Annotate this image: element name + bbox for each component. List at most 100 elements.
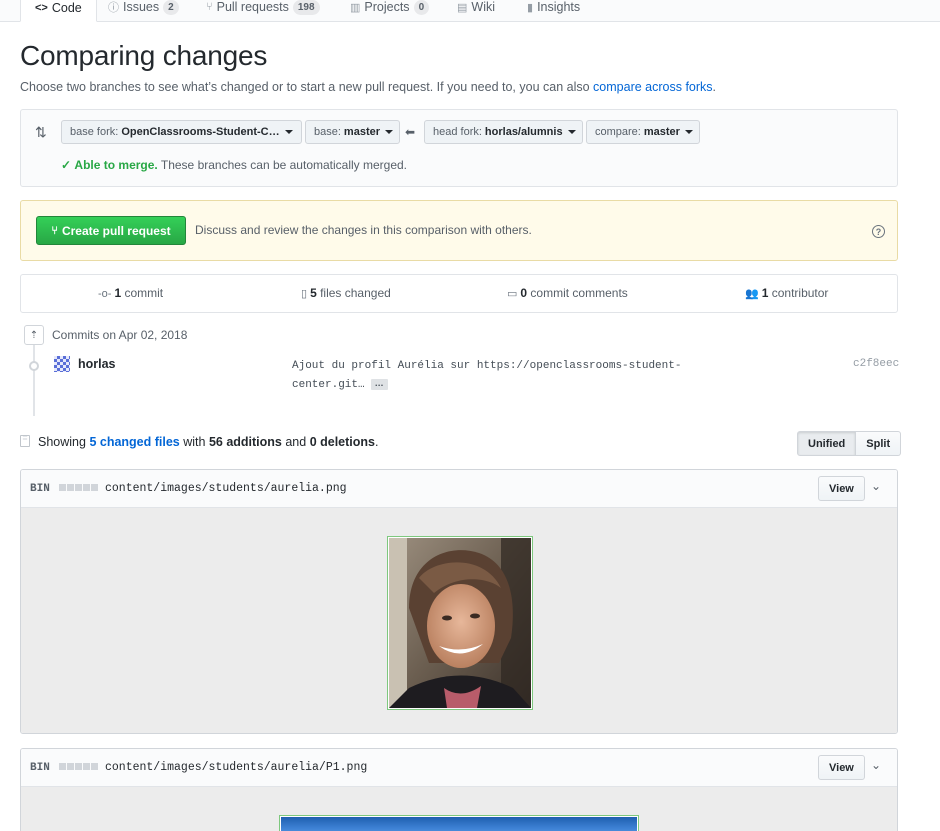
tab-counter: 198	[292, 0, 320, 15]
avatar[interactable]	[54, 356, 70, 372]
view-file-button[interactable]: View	[818, 755, 865, 780]
base-branch-select[interactable]: base: master	[305, 120, 400, 144]
file-diff: BIN content/images/students/aurelia.png …	[20, 469, 898, 734]
caret-down-icon	[684, 130, 693, 134]
merge-ok-text: Able to merge.	[74, 158, 158, 172]
compare-swap-icon[interactable]: ⇅	[35, 124, 47, 141]
files-label: files changed	[316, 286, 391, 300]
file-header: BIN content/images/students/aurelia.png …	[21, 470, 897, 508]
head-fork-label: head fork:	[433, 126, 482, 138]
expand-message-button[interactable]: …	[370, 378, 388, 390]
changed-files-link[interactable]: 5 changed files	[89, 435, 179, 449]
arrow-left-icon: ⬅	[405, 125, 416, 139]
image-diff-view	[21, 508, 897, 733]
base-fork-select[interactable]: base fork: OpenClassrooms-Student-C…	[61, 120, 302, 144]
portrait-image	[389, 538, 531, 708]
base-label: base:	[314, 126, 341, 138]
split-view-button[interactable]: Split	[856, 431, 902, 456]
tab-code[interactable]: <> Code	[20, 0, 97, 22]
additions-count: 56 additions	[208, 435, 282, 449]
compare-label: compare:	[595, 126, 641, 138]
files-changed-link[interactable]: ▯ 5 files changed	[301, 286, 391, 300]
commit-comments-link[interactable]: ▭ 0 commit comments	[507, 286, 628, 300]
help-icon[interactable]: ?	[872, 225, 885, 238]
compare-across-forks-link[interactable]: compare across forks	[593, 80, 712, 94]
tab-projects[interactable]: ▥ Projects 0	[346, 0, 433, 22]
file-diff: BIN content/images/students/aurelia/P1.p…	[20, 748, 898, 831]
comment-icon: ▭	[507, 288, 518, 300]
tab-insights[interactable]: ▮ Insights	[523, 0, 584, 22]
chevron-down-icon[interactable]: ⌄	[871, 758, 881, 772]
head-fork-select[interactable]: head fork: horlas/alumnis	[424, 120, 583, 144]
create-pr-box: ⑂ Create pull request Discuss and review…	[20, 200, 898, 261]
contributors-link[interactable]: 👥 1 contributor	[745, 286, 828, 300]
tab-label: Code	[51, 1, 82, 15]
diffstat	[59, 763, 99, 770]
create-pr-label: Create pull request	[61, 223, 171, 238]
people-icon: 👥	[745, 288, 759, 300]
tab-label: Pull requests	[216, 0, 289, 14]
comparison-summary: -o- 1 commit ▯ 5 files changed ▭ 0 commit c…	[20, 274, 898, 313]
tab-counter: 0	[413, 0, 430, 15]
subtitle-suffix: .	[712, 80, 717, 94]
commit-author[interactable]: horlas	[78, 357, 116, 371]
merge-status: ✓ Able to merge. These branches can be a…	[61, 158, 407, 172]
tab-label: Projects	[364, 0, 410, 14]
files-count: 5	[310, 286, 317, 300]
caret-down-icon	[284, 130, 293, 134]
tab-issues[interactable]: ⓘ Issues 2	[104, 0, 183, 22]
chevron-down-icon[interactable]: ⌄	[871, 479, 881, 493]
added-image	[387, 536, 533, 710]
view-file-button[interactable]: View	[818, 476, 865, 501]
tab-wiki[interactable]: ▤ Wiki	[453, 0, 499, 22]
caret-down-icon	[385, 130, 393, 134]
commit-message: Ajout du profil Aurélia sur https://open…	[292, 357, 722, 395]
file-diff-icon: ▯	[301, 288, 308, 300]
binary-label: BIN	[30, 483, 50, 495]
file-icon: ═ ═	[20, 434, 30, 447]
commit-node-icon	[29, 361, 39, 371]
tab-counter: 2	[163, 0, 179, 15]
toc-middle: with	[179, 435, 209, 449]
file-path[interactable]: content/images/students/aurelia/P1.png	[105, 761, 367, 774]
base-value: master	[343, 126, 380, 138]
binary-label: BIN	[30, 762, 50, 774]
unified-view-button[interactable]: Unified	[797, 431, 857, 456]
deletions-count: 0 deletions	[309, 435, 375, 449]
tab-label: Insights	[537, 0, 581, 14]
graph-icon: ▮	[527, 1, 534, 14]
pr-description: Discuss and review the changes in this c…	[195, 223, 532, 237]
merge-status-text: These branches can be automatically merg…	[157, 158, 408, 172]
pull-request-icon: ⑂	[206, 1, 213, 13]
file-header: BIN content/images/students/aurelia/P1.p…	[21, 749, 897, 787]
toc-suffix: .	[374, 435, 379, 449]
check-icon: ✓	[61, 158, 72, 172]
commit-sha[interactable]: c2f8eec	[853, 358, 899, 370]
diff-toc: Showing 5 changed files with 56 addition…	[38, 435, 378, 449]
image-diff-view	[21, 787, 897, 831]
create-pull-request-button[interactable]: ⑂ Create pull request	[36, 216, 186, 245]
tab-pull-requests[interactable]: ⑂ Pull requests 198	[202, 0, 324, 22]
sky-image	[281, 817, 637, 831]
commits-label: commit	[121, 286, 164, 300]
diff-view-toggle: Unified Split	[797, 431, 902, 456]
file-path[interactable]: content/images/students/aurelia.png	[105, 482, 347, 495]
commit-message-text[interactable]: Ajout du profil Aurélia sur https://open…	[292, 360, 681, 391]
base-fork-label: base fork:	[70, 126, 119, 138]
base-fork-value: OpenClassrooms-Student-C…	[121, 126, 280, 138]
tab-label: Issues	[123, 0, 160, 14]
repo-push-icon: ⇡	[24, 325, 44, 345]
page-title: Comparing changes	[20, 40, 268, 71]
compare-branch-select[interactable]: compare: master	[586, 120, 700, 144]
page-subtitle: Choose two branches to see what’s change…	[20, 80, 716, 94]
tab-label: Wiki	[471, 0, 496, 14]
timeline-line	[33, 340, 35, 416]
compare-value: master	[643, 126, 680, 138]
toc-and: and	[281, 435, 310, 449]
range-editor: ⇅ base fork: OpenClassrooms-Student-C… b…	[20, 109, 898, 187]
book-icon: ▤	[457, 1, 468, 14]
code-icon: <>	[35, 2, 48, 14]
commit-icon: -o-	[98, 288, 112, 300]
head-fork-value: horlas/alumnis	[484, 126, 563, 138]
commits-count-link[interactable]: -o- 1 commit	[98, 286, 163, 300]
